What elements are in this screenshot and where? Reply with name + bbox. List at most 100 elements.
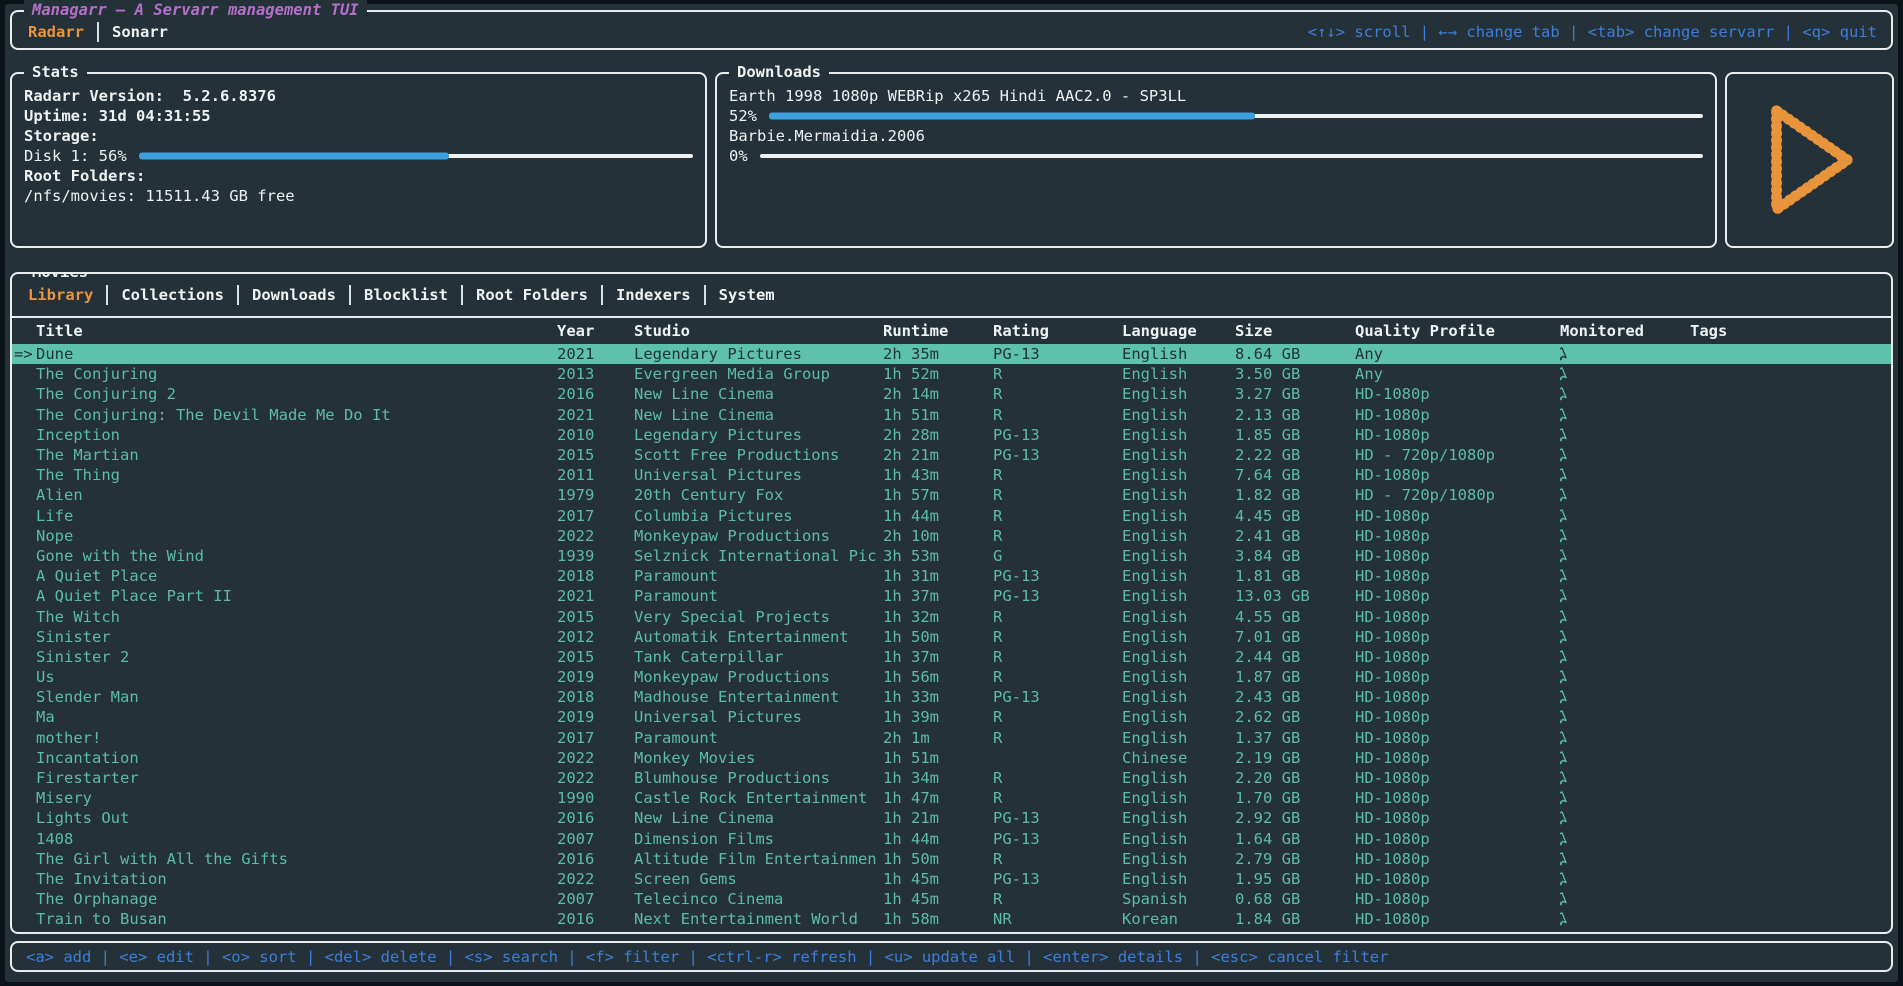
movie-year-cell: 1979 [557,486,634,504]
movie-size-cell: 1.95 GB [1235,870,1355,888]
stats-panel: Stats Radarr Version: 5.2.6.8376 Uptime:… [10,72,707,248]
servarr-tabs: Radarr Sonarr [28,22,168,42]
movie-rating-cell: R [993,850,1122,868]
movie-size-cell: 4.45 GB [1235,507,1355,525]
movies-tab-indexers[interactable]: Indexers [616,286,691,304]
servarr-tab-sonarr[interactable]: Sonarr [112,23,168,41]
logo-panel [1725,72,1894,248]
column-header-tags[interactable]: Tags [1690,322,1889,340]
movie-size-cell: 2.41 GB [1235,527,1355,545]
movie-year-cell: 2021 [557,406,634,424]
movies-tab-system[interactable]: System [719,286,775,304]
movies-tab-blocklist[interactable]: Blocklist [364,286,448,304]
movie-language-cell: English [1122,507,1235,525]
movie-year-cell: 2022 [557,749,634,767]
movie-language-cell: English [1122,547,1235,565]
movie-quality-cell: HD-1080p [1355,507,1560,525]
movie-studio-cell: Paramount [634,729,883,747]
movie-size-cell: 7.64 GB [1235,466,1355,484]
movie-rating-cell: R [993,789,1122,807]
movie-studio-cell: Monkey Movies [634,749,883,767]
movie-rating-cell: R [993,628,1122,646]
movie-title-cell: Sinister 2 [14,648,557,666]
movie-runtime-cell: 1h 37m [883,648,993,666]
movie-runtime-cell: 1h 32m [883,608,993,626]
tab-separator [704,285,706,305]
movie-year-cell: 2016 [557,910,634,928]
movie-title-cell: The Martian [14,446,557,464]
root-folders-heading: Root Folders: [24,166,693,186]
column-header-runtime[interactable]: Runtime [883,322,993,340]
selection-indicator: => [14,345,36,363]
column-header-title[interactable]: Title [14,322,557,340]
movie-year-cell: 1990 [557,789,634,807]
column-header-size[interactable]: Size [1235,322,1355,340]
movie-runtime-cell: 1h 43m [883,466,993,484]
movie-runtime-cell: 1h 45m [883,890,993,908]
movie-language-cell: Spanish [1122,890,1235,908]
tab-separator [601,285,603,305]
movie-quality-cell: HD-1080p [1355,648,1560,666]
movie-language-cell: English [1122,365,1235,383]
monitored-icon [1560,875,1690,934]
movie-size-cell: 1.84 GB [1235,910,1355,928]
movie-year-cell: 2018 [557,688,634,706]
radarr-logo-icon [1747,97,1873,223]
movie-runtime-cell: 1h 44m [883,830,993,848]
movie-studio-cell: Monkeypaw Productions [634,668,883,686]
movie-quality-cell: HD-1080p [1355,870,1560,888]
column-header-quality-profile[interactable]: Quality Profile [1355,322,1560,340]
servarr-tab-radarr[interactable]: Radarr [28,23,84,41]
column-header-language[interactable]: Language [1122,322,1235,340]
movie-studio-cell: Selznick International Pic [634,547,883,565]
movie-rating-cell: R [993,385,1122,403]
movie-studio-cell: Evergreen Media Group [634,365,883,383]
movie-language-cell: English [1122,648,1235,666]
movie-language-cell: English [1122,769,1235,787]
movie-title-cell: The Invitation [14,870,557,888]
movie-year-cell: 2022 [557,527,634,545]
movie-quality-cell: HD-1080p [1355,708,1560,726]
movie-year-cell: 2012 [557,628,634,646]
movie-studio-cell: Columbia Pictures [634,507,883,525]
movie-rating-cell: PG-13 [993,809,1122,827]
storage-heading: Storage: [24,126,693,146]
movies-tab-library[interactable]: Library [28,286,93,304]
movie-title-cell: Slender Man [14,688,557,706]
movie-title-cell: The Witch [14,608,557,626]
movie-title-cell: Incantation [14,749,557,767]
movie-year-cell: 2013 [557,365,634,383]
column-header-studio[interactable]: Studio [634,322,883,340]
movie-language-cell: English [1122,850,1235,868]
movie-quality-cell: HD-1080p [1355,749,1560,767]
movie-year-cell: 2021 [557,345,634,363]
movie-rating-cell: R [993,668,1122,686]
movies-tab-downloads[interactable]: Downloads [252,286,336,304]
table-row[interactable]: Train to Busan 2016 Next Entertainment W… [12,909,1891,929]
movie-title-cell: Misery [14,789,557,807]
movie-studio-cell: 20th Century Fox [634,486,883,504]
column-header-year[interactable]: Year [557,322,634,340]
movie-size-cell: 3.27 GB [1235,385,1355,403]
movie-rating-cell: R [993,406,1122,424]
movie-size-cell: 1.64 GB [1235,830,1355,848]
tab-separator [97,22,99,42]
movie-rating-cell: R [993,769,1122,787]
movie-language-cell: English [1122,628,1235,646]
movie-quality-cell: Any [1355,345,1560,363]
movie-studio-cell: Very Special Projects [634,608,883,626]
movie-size-cell: 8.64 GB [1235,345,1355,363]
movie-year-cell: 2007 [557,830,634,848]
download-title: Barbie.Mermaidia.2006 [729,126,1703,146]
movies-tab-collections[interactable]: Collections [121,286,224,304]
disk-usage-bar [139,146,693,166]
movie-title-cell: 1408 [14,830,557,848]
movies-tab-root-folders[interactable]: Root Folders [476,286,588,304]
movie-language-cell: English [1122,345,1235,363]
movie-studio-cell: Screen Gems [634,870,883,888]
movie-runtime-cell: 1h 47m [883,789,993,807]
movie-rating-cell: PG-13 [993,426,1122,444]
movie-language-cell: English [1122,809,1235,827]
movie-runtime-cell: 2h 14m [883,385,993,403]
column-header-rating[interactable]: Rating [993,322,1122,340]
